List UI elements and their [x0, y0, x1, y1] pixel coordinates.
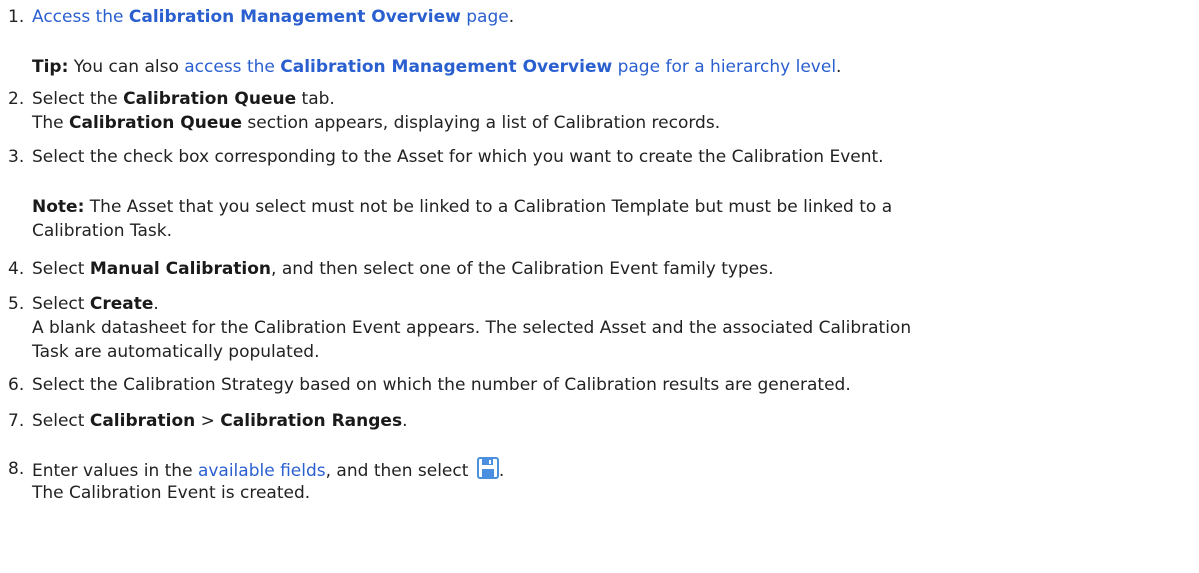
hierarchy-overview-link[interactable]: access the Calibration Management Overvi…	[184, 57, 836, 77]
access-overview-link[interactable]: Access the Calibration Management Overvi…	[32, 7, 509, 27]
link-text: Access the	[32, 7, 129, 27]
step-text: Select the check box corresponding to th…	[32, 147, 884, 167]
note-label: Note:	[32, 197, 85, 217]
link-text: page for a hierarchy level	[612, 57, 837, 77]
link-text: page	[460, 7, 509, 27]
ui-term: Calibration Queue	[69, 113, 243, 133]
result-text: section appears, displaying a list of Ca…	[242, 113, 721, 133]
result-text: The	[32, 113, 70, 133]
step-number: 2.	[8, 89, 25, 109]
ui-term: Create	[89, 294, 154, 314]
result-text: The Calibration Event is created.	[32, 483, 311, 503]
step-text: Select	[32, 294, 90, 314]
step-number: 5.	[8, 294, 25, 314]
step-number: 6.	[8, 375, 25, 395]
link-text: access the	[184, 57, 281, 77]
tip-label: Tip:	[32, 57, 69, 77]
procedure-document: 1. Access the Calibration Management Ove…	[0, 0, 1199, 573]
ui-term: Calibration	[89, 411, 196, 431]
step-text: Enter values in the	[32, 461, 198, 481]
result-text: A blank datasheet for the Calibration Ev…	[32, 318, 912, 338]
link-bold-text: Calibration Management Overview	[280, 57, 613, 77]
tip-text: You can also	[68, 57, 185, 77]
ui-term: Calibration Queue	[123, 89, 297, 109]
separator: >	[195, 411, 221, 431]
punctuation: .	[498, 461, 505, 481]
step-text: .	[402, 411, 408, 431]
ui-term: Manual Calibration	[89, 259, 272, 279]
note-text: The Asset that you select must not be li…	[84, 197, 893, 217]
punctuation: .	[508, 7, 515, 27]
step-text: , and then select one of the Calibration…	[271, 259, 774, 279]
note-text: Calibration Task.	[32, 221, 172, 241]
step-number: 8.	[8, 459, 25, 479]
save-icon[interactable]	[476, 457, 499, 479]
step-text: Select the	[32, 89, 124, 109]
punctuation: .	[836, 57, 842, 77]
available-fields-link[interactable]: available fields	[198, 461, 326, 481]
step-text: tab.	[296, 89, 335, 109]
step-number: 3.	[8, 147, 25, 167]
note-callout: Note: The Asset that you select must not…	[32, 195, 1192, 243]
link-bold-text: Calibration Management Overview	[128, 7, 461, 27]
tip-callout: Tip: You can also access the Calibration…	[32, 55, 1192, 79]
step-number: 4.	[8, 259, 25, 279]
step-number: 7.	[8, 411, 25, 431]
result-text: Task are automatically populated.	[32, 342, 320, 362]
step-text: .	[153, 294, 159, 314]
step-text: Select	[32, 259, 90, 279]
step-text: Select	[32, 411, 90, 431]
step-number: 1.	[8, 7, 25, 27]
step-text: Select the Calibration Strategy based on…	[32, 375, 851, 395]
ui-term: Calibration Ranges	[220, 411, 403, 431]
step-text: , and then select	[325, 461, 474, 481]
